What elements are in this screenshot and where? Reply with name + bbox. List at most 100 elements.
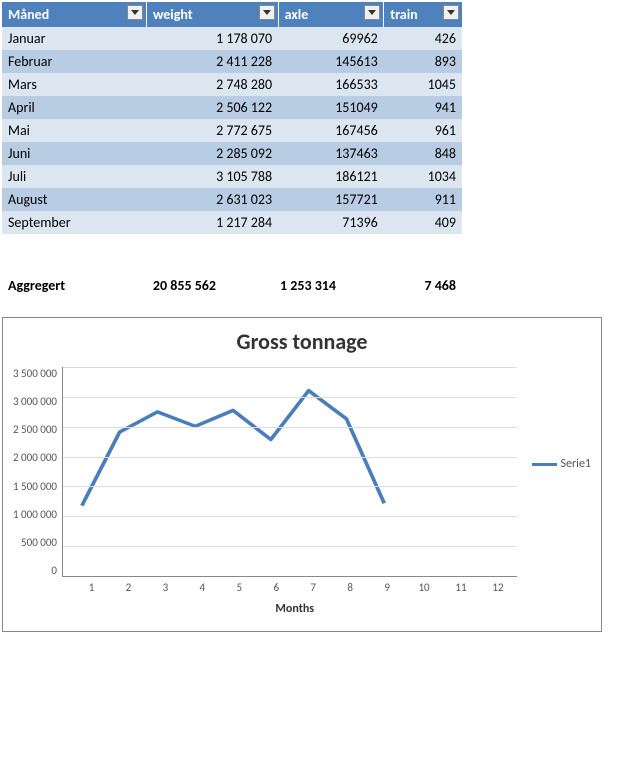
cell-weight[interactable]: 2 411 228 bbox=[146, 50, 278, 73]
x-tick: 2 bbox=[110, 581, 147, 594]
table-row[interactable]: Mai2 772 675167456961 bbox=[2, 119, 462, 142]
table-header-row: Måned weight axle train bbox=[2, 2, 462, 27]
col-header-weight[interactable]: weight bbox=[146, 2, 278, 27]
table-row[interactable]: Mars2 748 2801665331045 bbox=[2, 73, 462, 96]
cell-train[interactable]: 1034 bbox=[384, 165, 462, 188]
table-row[interactable]: Februar2 411 228145613893 bbox=[2, 50, 462, 73]
series-line bbox=[63, 367, 517, 576]
filter-icon[interactable] bbox=[127, 5, 143, 20]
cell-axle[interactable]: 71396 bbox=[278, 211, 384, 234]
y-tick: 500 000 bbox=[21, 536, 57, 549]
cell-month[interactable]: September bbox=[2, 211, 146, 234]
chart-container: Gross tonnage 3 500 000 3 000 000 2 500 00… bbox=[2, 317, 602, 632]
table-row[interactable]: August2 631 023157721911 bbox=[2, 188, 462, 211]
x-axis: 123456789101112 bbox=[13, 581, 517, 594]
cell-train[interactable]: 426 bbox=[384, 27, 462, 50]
x-tick: 9 bbox=[369, 581, 406, 594]
col-header-train[interactable]: train bbox=[384, 2, 462, 27]
x-axis-label: Months bbox=[13, 602, 517, 616]
x-tick: 1 bbox=[73, 581, 110, 594]
cell-month[interactable]: Juni bbox=[2, 142, 146, 165]
table-row[interactable]: September1 217 28471396409 bbox=[2, 211, 462, 234]
cell-weight[interactable]: 2 772 675 bbox=[146, 119, 278, 142]
plot-area bbox=[62, 367, 517, 577]
cell-axle[interactable]: 167456 bbox=[278, 119, 384, 142]
cell-month[interactable]: Mars bbox=[2, 73, 146, 96]
cell-train[interactable]: 911 bbox=[384, 188, 462, 211]
cell-month[interactable]: Mai bbox=[2, 119, 146, 142]
x-tick: 4 bbox=[184, 581, 221, 594]
col-header-label: train bbox=[390, 6, 417, 23]
col-header-label: axle bbox=[285, 6, 309, 23]
y-axis: 3 500 000 3 000 000 2 500 000 2 000 000 1 50… bbox=[13, 367, 62, 577]
y-tick: 3 000 000 bbox=[13, 395, 57, 408]
y-tick: 2 500 000 bbox=[13, 423, 57, 436]
cell-train[interactable]: 848 bbox=[384, 142, 462, 165]
x-tick: 3 bbox=[147, 581, 184, 594]
cell-axle[interactable]: 186121 bbox=[278, 165, 384, 188]
col-header-axle[interactable]: axle bbox=[278, 2, 384, 27]
cell-weight[interactable]: 1 217 284 bbox=[146, 211, 278, 234]
cell-month[interactable]: August bbox=[2, 188, 146, 211]
x-tick: 7 bbox=[295, 581, 332, 594]
table-row[interactable]: Juni2 285 092137463848 bbox=[2, 142, 462, 165]
data-table: Måned weight axle train Januar1 178 0706… bbox=[2, 2, 462, 234]
gridline bbox=[63, 427, 517, 428]
x-tick: 11 bbox=[443, 581, 480, 594]
legend-color-swatch bbox=[532, 463, 557, 466]
col-header-month[interactable]: Måned bbox=[2, 2, 146, 27]
cell-axle[interactable]: 157721 bbox=[278, 188, 384, 211]
cell-axle[interactable]: 137463 bbox=[278, 142, 384, 165]
y-tick: 1 500 000 bbox=[13, 480, 57, 493]
filter-icon[interactable] bbox=[259, 5, 275, 20]
cell-weight[interactable]: 3 105 788 bbox=[146, 165, 278, 188]
table-row[interactable]: April2 506 122151049941 bbox=[2, 96, 462, 119]
x-tick: 5 bbox=[221, 581, 258, 594]
cell-train[interactable]: 1045 bbox=[384, 73, 462, 96]
legend-series-label: Serie1 bbox=[561, 457, 591, 471]
cell-axle[interactable]: 145613 bbox=[278, 50, 384, 73]
y-tick: 3 500 000 bbox=[13, 367, 57, 380]
aggregate-label: Aggregert bbox=[2, 274, 102, 297]
cell-train[interactable]: 941 bbox=[384, 96, 462, 119]
cell-train[interactable]: 961 bbox=[384, 119, 462, 142]
col-header-label: weight bbox=[153, 6, 193, 23]
filter-icon[interactable] bbox=[364, 5, 380, 20]
y-tick: 1 000 000 bbox=[13, 508, 57, 521]
cell-train[interactable]: 893 bbox=[384, 50, 462, 73]
chart-legend: Serie1 bbox=[517, 457, 591, 471]
gridline bbox=[63, 516, 517, 517]
table-row[interactable]: Januar1 178 07069962426 bbox=[2, 27, 462, 50]
gridline bbox=[63, 397, 517, 398]
filter-icon[interactable] bbox=[443, 5, 459, 20]
cell-weight[interactable]: 2 285 092 bbox=[146, 142, 278, 165]
cell-axle[interactable]: 166533 bbox=[278, 73, 384, 96]
gridline bbox=[63, 546, 517, 547]
cell-month[interactable]: Januar bbox=[2, 27, 146, 50]
aggregate-train: 7 468 bbox=[342, 274, 462, 297]
x-tick: 6 bbox=[258, 581, 295, 594]
col-header-label: Måned bbox=[8, 6, 49, 23]
y-tick: 2 000 000 bbox=[13, 451, 57, 464]
y-tick: 0 bbox=[51, 564, 57, 577]
x-tick: 12 bbox=[479, 581, 516, 594]
aggregate-weight: 20 855 562 bbox=[102, 274, 222, 297]
cell-weight[interactable]: 1 178 070 bbox=[146, 27, 278, 50]
aggregate-axle: 1 253 314 bbox=[222, 274, 342, 297]
cell-month[interactable]: Februar bbox=[2, 50, 146, 73]
cell-weight[interactable]: 2 631 023 bbox=[146, 188, 278, 211]
cell-axle[interactable]: 69962 bbox=[278, 27, 384, 50]
cell-weight[interactable]: 2 506 122 bbox=[146, 96, 278, 119]
table-row[interactable]: Juli3 105 7881861211034 bbox=[2, 165, 462, 188]
cell-weight[interactable]: 2 748 280 bbox=[146, 73, 278, 96]
x-tick: 8 bbox=[332, 581, 369, 594]
cell-train[interactable]: 409 bbox=[384, 211, 462, 234]
gridline bbox=[63, 457, 517, 458]
cell-month[interactable]: Juli bbox=[2, 165, 146, 188]
cell-axle[interactable]: 151049 bbox=[278, 96, 384, 119]
chart-title: Gross tonnage bbox=[13, 328, 591, 355]
gridline bbox=[63, 367, 517, 368]
cell-month[interactable]: April bbox=[2, 96, 146, 119]
gridline bbox=[63, 486, 517, 487]
x-tick: 10 bbox=[406, 581, 443, 594]
